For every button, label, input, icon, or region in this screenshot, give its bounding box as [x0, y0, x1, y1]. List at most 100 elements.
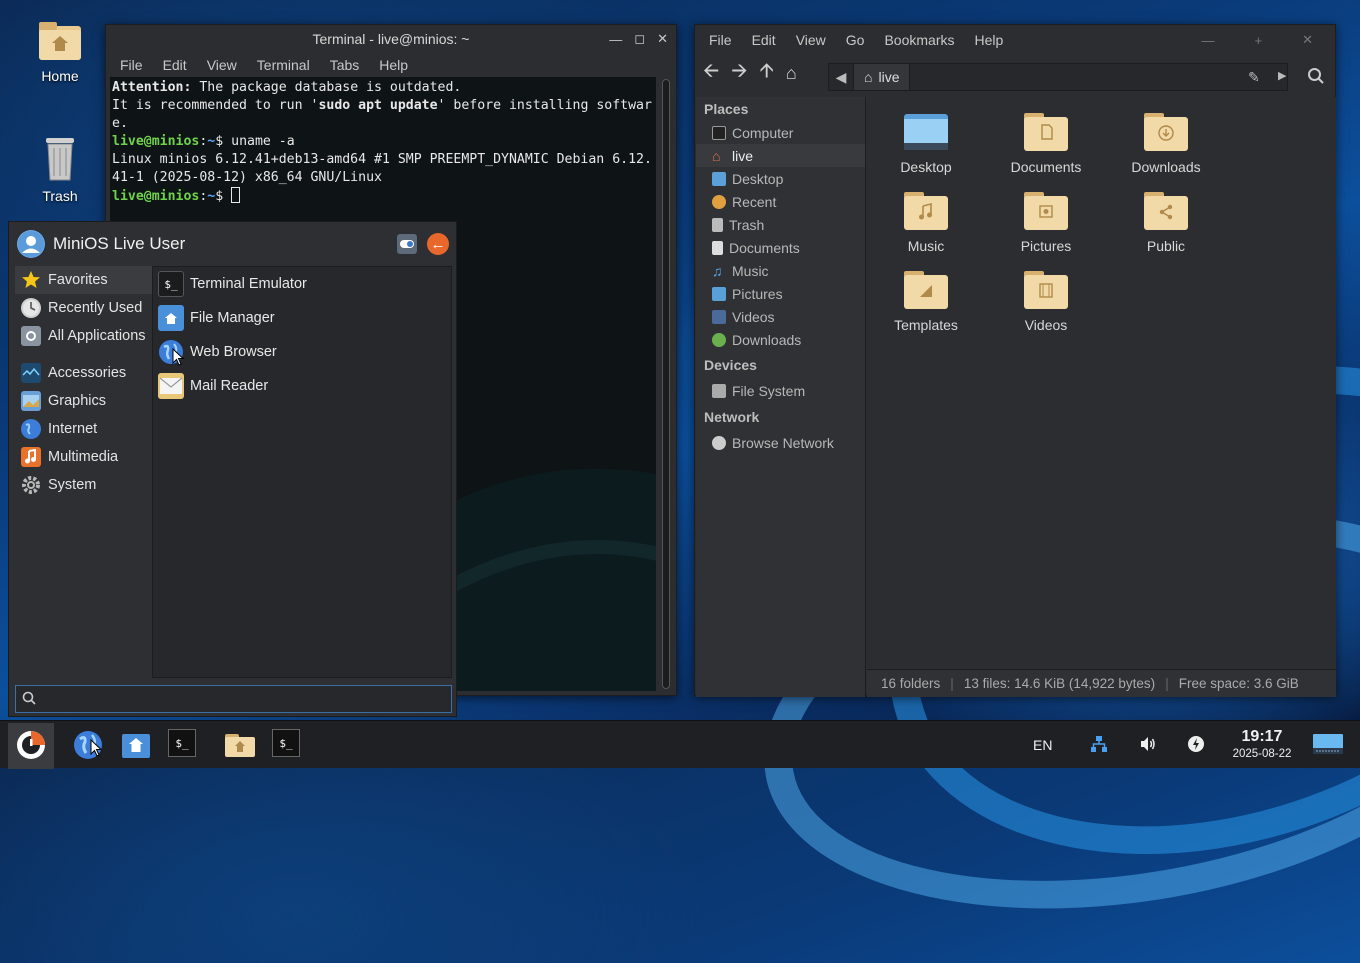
taskbar-window-terminal[interactable]: $_	[272, 729, 304, 761]
home-folder-icon	[37, 20, 83, 62]
path-left-arrow-icon[interactable]: ◀	[829, 69, 853, 86]
apps-icon	[21, 326, 41, 346]
sidebar-item-computer[interactable]: Computer	[696, 121, 865, 144]
menu-go[interactable]: Go	[836, 32, 875, 48]
file-manager-window[interactable]: File Edit View Go Bookmarks Help — + ✕ 🡨…	[694, 24, 1336, 697]
category-recently-used[interactable]: Recently Used	[15, 294, 153, 322]
folder-documents[interactable]: Documents	[991, 111, 1101, 175]
sidebar-item-desktop[interactable]: Desktop	[696, 167, 865, 190]
folder-templates[interactable]: Templates	[871, 269, 981, 333]
category-multimedia[interactable]: Multimedia	[15, 443, 153, 471]
volume-indicator[interactable]	[1139, 721, 1157, 769]
menu-edit[interactable]: Edit	[153, 57, 197, 73]
back-icon[interactable]: 🡨	[703, 56, 719, 90]
category-accessories[interactable]: Accessories	[15, 359, 153, 387]
category-label: All Applications	[48, 328, 146, 344]
power-indicator[interactable]	[1187, 721, 1205, 769]
sidebar-item-downloads[interactable]: Downloads	[696, 328, 865, 351]
command-text: uname -a	[231, 134, 295, 149]
taskbar-window-file-manager[interactable]	[224, 729, 256, 761]
forward-icon[interactable]: 🡪	[731, 56, 747, 90]
category-label: Graphics	[48, 393, 107, 409]
path-bar[interactable]: ◀ ⌂ live	[828, 63, 1288, 91]
menu-view[interactable]: View	[197, 57, 247, 73]
up-icon[interactable]: 🡩	[760, 56, 774, 90]
sidebar-item-file-system[interactable]: File System	[696, 379, 865, 402]
sidebar-item-label: Desktop	[732, 170, 784, 187]
path-home-button[interactable]: ⌂ live	[853, 64, 911, 90]
app-file-manager[interactable]: File Manager	[153, 301, 451, 335]
close-icon[interactable]: ✕	[657, 31, 668, 47]
menu-view[interactable]: View	[786, 32, 836, 48]
documents-icon	[712, 240, 723, 255]
app-web-browser[interactable]: Web Browser	[153, 335, 451, 369]
sidebar-item-live[interactable]: ⌂ live	[696, 144, 865, 167]
folder-downloads[interactable]: Downloads	[1111, 111, 1221, 175]
menu-edit[interactable]: Edit	[742, 32, 786, 48]
minimize-icon[interactable]: —	[1192, 33, 1225, 48]
category-graphics[interactable]: Graphics	[15, 387, 153, 415]
menu-help[interactable]: Help	[965, 32, 1014, 48]
network-icon	[1090, 735, 1108, 756]
desktop-icon-home[interactable]: Home	[20, 20, 100, 84]
search-icon[interactable]	[1307, 67, 1325, 88]
maximize-icon[interactable]: ◻	[634, 31, 645, 47]
folder-pictures[interactable]: Pictures	[991, 190, 1101, 254]
sidebar-item-recent[interactable]: Recent	[696, 190, 865, 213]
terminal-scrollbar[interactable]	[662, 79, 670, 689]
maximize-icon[interactable]: +	[1245, 33, 1273, 48]
sidebar-item-videos[interactable]: Videos	[696, 305, 865, 328]
menu-help[interactable]: Help	[369, 57, 418, 73]
downloads-folder-icon	[1143, 111, 1189, 153]
desktop-icon	[712, 171, 726, 186]
taskbar-file-manager[interactable]	[120, 729, 152, 761]
app-terminal-emulator[interactable]: $_ Terminal Emulator	[153, 267, 451, 301]
sidebar-item-browse-network[interactable]: Browse Network	[696, 431, 865, 454]
menu-search-input[interactable]	[15, 685, 452, 713]
network-indicator[interactable]	[1090, 721, 1108, 769]
folder-videos[interactable]: Videos	[991, 269, 1101, 333]
close-icon[interactable]: ✕	[1292, 32, 1323, 48]
desktop-folder-icon	[903, 111, 949, 153]
text-cursor	[231, 187, 241, 203]
log-out-icon[interactable]: ←	[427, 233, 449, 255]
home-icon[interactable]: ⌂	[786, 63, 797, 84]
category-label: System	[48, 477, 97, 493]
category-internet[interactable]: Internet	[15, 415, 153, 443]
sidebar-item-pictures[interactable]: Pictures	[696, 282, 865, 305]
folder-desktop[interactable]: Desktop	[871, 111, 981, 175]
folder-view[interactable]: Desktop Documents Downloads Music Pictur…	[867, 97, 1336, 669]
app-mail-reader[interactable]: Mail Reader	[153, 369, 451, 403]
path-right-arrow-icon[interactable]: ▶	[1278, 69, 1286, 82]
menu-terminal[interactable]: Terminal	[247, 57, 320, 73]
app-label: Mail Reader	[190, 378, 269, 394]
folder-public[interactable]: Public	[1111, 190, 1221, 254]
desktop-icon-label: Trash	[42, 188, 78, 204]
category-system[interactable]: System	[15, 471, 153, 499]
minimize-icon[interactable]: —	[609, 32, 622, 47]
category-all-applications[interactable]: All Applications	[15, 322, 153, 350]
edit-path-icon[interactable]: ✎	[1248, 69, 1260, 86]
sidebar-item-documents[interactable]: Documents	[696, 236, 865, 259]
menu-file[interactable]: File	[110, 57, 153, 73]
start-menu-button[interactable]	[8, 723, 54, 769]
home-icon: ⌂	[864, 69, 873, 85]
sidebar-item-music[interactable]: ♫ Music	[696, 259, 865, 282]
folder-music[interactable]: Music	[871, 190, 981, 254]
menu-tabs[interactable]: Tabs	[320, 57, 370, 73]
category-favorites[interactable]: Favorites	[15, 266, 153, 294]
videos-icon	[712, 309, 726, 324]
terminal-titlebar[interactable]: Terminal - live@minios: ~ — ◻ ✕	[106, 25, 676, 53]
desktop-icon-trash[interactable]: Trash	[20, 136, 100, 204]
sidebar-item-trash[interactable]: Trash	[696, 213, 865, 236]
keyboard-layout[interactable]: EN	[1033, 721, 1052, 769]
menu-bookmarks[interactable]: Bookmarks	[874, 32, 964, 48]
downloads-icon	[712, 332, 726, 347]
taskbar: $_ $_ EN 19:17 2025-08-22	[0, 720, 1360, 769]
menu-file[interactable]: File	[699, 32, 742, 48]
show-desktop-button[interactable]	[1312, 721, 1344, 769]
taskbar-terminal[interactable]: $_	[168, 729, 200, 761]
settings-toggle-icon[interactable]	[397, 234, 417, 254]
recommend-text: ' before installing softwar	[437, 98, 652, 113]
clock[interactable]: 19:17 2025-08-22	[1228, 721, 1296, 769]
